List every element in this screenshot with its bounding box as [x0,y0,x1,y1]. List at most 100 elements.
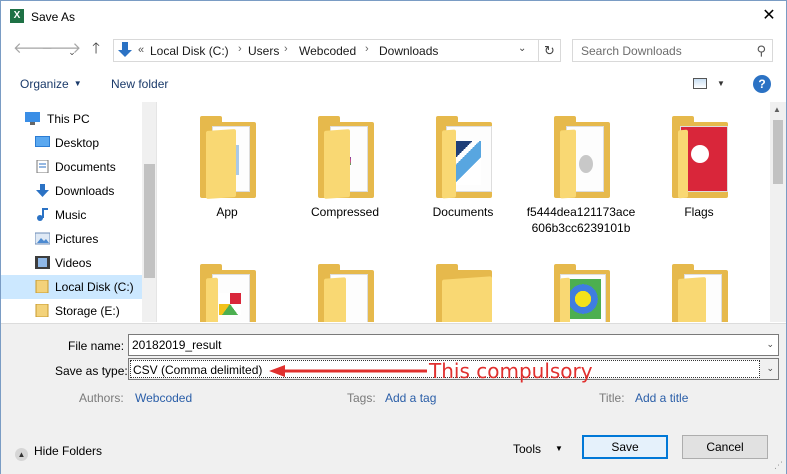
recent-locations-button[interactable]: ⌄ [63,44,81,60]
folder-item[interactable] [526,250,636,322]
file-name-label: File name: [68,339,125,353]
save-form: File name: 20182019_result ⌄ Save as typ… [1,323,786,474]
sidebar-item-documents[interactable]: Documents [1,155,142,179]
back-button[interactable]: 🡐 [13,41,53,57]
folder-item[interactable]: App [172,102,282,252]
drive-icon [35,280,49,293]
save-button[interactable]: Save [582,435,668,459]
chevron-down-icon[interactable]: ⌄ [766,339,774,350]
sidebar-item-label: Documents [55,160,116,174]
computer-icon [25,112,40,125]
folder-icon [200,264,256,322]
sidebar-item-label: Music [55,208,87,222]
sidebar-item-downloads[interactable]: Downloads [1,179,142,203]
folder-icon [436,264,492,322]
command-toolbar: Organize ▼ New folder ▼ ? [1,69,786,99]
folder-item[interactable] [644,250,754,322]
navigation-bar: 🡐 🡒 ⌄ 🡑 « Local Disk (C:) › Users › Webc… [1,35,786,65]
chevron-down-icon[interactable]: ⌄ [766,363,774,374]
folder-name: App [216,205,238,219]
sidebar-item-videos[interactable]: Videos [1,251,142,275]
folder-item[interactable]: Flags [644,102,754,252]
breadcrumb-webcoded[interactable]: Webcoded [299,44,356,58]
folder-icon [672,116,728,200]
breadcrumb-separator-icon: › [238,43,242,55]
sidebar-item-label: This PC [47,112,90,126]
folder-item[interactable] [408,250,518,322]
breadcrumb-local-disk[interactable]: Local Disk (C:) [150,44,229,58]
excel-icon: X [10,9,24,23]
title-bar: X Save As ✕ [1,1,786,33]
folder-icon [318,116,374,200]
close-button[interactable]: ✕ [758,5,780,27]
folder-icon [554,116,610,200]
folder-name: Documents [432,205,494,219]
view-caret-icon[interactable]: ▼ [717,79,725,88]
search-input[interactable]: Search Downloads ⚲ [572,39,773,62]
new-folder-button[interactable]: New folder [111,77,168,91]
sidebar-item-label: Videos [55,256,92,270]
caret-down-icon: ▼ [555,444,563,453]
music-icon [37,208,48,221]
breadcrumb-overflow-icon[interactable]: « [138,44,144,56]
folder-item[interactable]: Compressed [290,102,400,252]
folder-item[interactable] [290,250,400,322]
file-name-input[interactable]: 20182019_result ⌄ [128,334,779,356]
sidebar-item-label: Local Disk (C:) [55,280,134,294]
file-list-scroll-thumb[interactable] [773,120,783,184]
pictures-icon [35,232,50,245]
save-type-label: Save as type: [55,364,128,378]
tags-label: Tags: [347,391,376,405]
up-button[interactable]: 🡑 [87,41,105,57]
sidebar-item-label: Downloads [55,184,115,198]
folder-item[interactable] [172,250,282,322]
sidebar-item-desktop[interactable]: Desktop [1,131,142,155]
scroll-up-icon[interactable]: ▲ [773,105,781,114]
folder-icon [200,116,256,200]
folder-item[interactable]: f5444dea121173ace606b3cc6239101b [526,102,636,252]
sidebar-scrollbar[interactable] [142,102,156,322]
address-dropdown-icon[interactable]: ⌄ [518,43,526,54]
authors-link[interactable]: Webcoded [135,391,192,405]
sidebar-item-this-pc[interactable]: This PC [1,107,142,131]
dialog-title: Save As [31,10,76,24]
folder-name: f5444dea121173ace606b3cc6239101b [526,205,636,235]
address-bar[interactable]: « Local Disk (C:) › Users › Webcoded › D… [113,39,561,62]
sidebar-item-pictures[interactable]: Pictures [1,227,142,251]
organize-menu[interactable]: Organize ▼ [20,77,82,91]
tools-label: Tools [513,442,542,456]
folder-item[interactable]: Documents [408,102,518,252]
drive-icon [35,304,49,317]
file-list-scrollbar[interactable]: ▲ [770,102,786,322]
sidebar-item-music[interactable]: Music [1,203,142,227]
folder-name: Compressed [310,205,380,219]
breadcrumb-separator-icon: › [365,43,369,55]
authors-label: Authors: [79,391,124,405]
chevron-up-icon: ▲ [15,448,28,461]
sidebar-item-label: Pictures [55,232,99,246]
add-title-link[interactable]: Add a title [635,391,688,405]
tools-menu[interactable]: Tools ▼ [513,442,563,456]
breadcrumb-users[interactable]: Users [248,44,279,58]
add-tag-link[interactable]: Add a tag [385,391,436,405]
hide-folders-button[interactable]: ▲ Hide Folders [15,444,102,461]
sidebar-item-storage[interactable]: Storage (E:) [1,299,142,322]
file-name-value: 20182019_result [132,338,222,352]
sidebar-scroll-thumb[interactable] [144,164,155,278]
navigation-pane: This PC Desktop Documents Downloads Musi… [1,102,157,322]
documents-icon [36,160,49,173]
cancel-button[interactable]: Cancel [682,435,768,459]
sidebar-item-local-disk[interactable]: Local Disk (C:) [1,275,142,299]
search-icon: ⚲ [756,43,766,58]
folder-icon [672,264,728,322]
forward-button[interactable]: 🡒 [41,41,81,57]
help-icon[interactable]: ? [753,75,771,93]
download-arrow-icon [118,42,132,57]
sidebar-item-label: Storage (E:) [55,304,120,318]
refresh-button[interactable]: ↻ [538,40,560,61]
breadcrumb-downloads[interactable]: Downloads [379,44,438,58]
sidebar-item-label: Desktop [55,136,100,150]
resize-grip-icon[interactable]: ⋰ [774,460,783,471]
annotation-arrow-icon [269,365,427,377]
view-options-icon[interactable] [693,78,707,89]
